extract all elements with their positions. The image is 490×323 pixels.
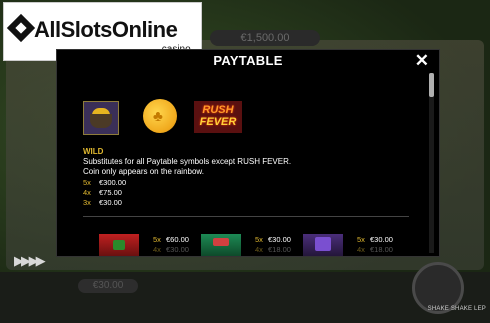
balance-display: €1,500.00	[210, 30, 320, 46]
clover-icon: ♣	[153, 108, 163, 125]
pay-row: 4x €30.00	[153, 245, 189, 254]
scrollbar-thumb[interactable]	[429, 73, 434, 97]
symbol-pays: 5x €30.00 4x €18.00	[357, 235, 393, 255]
fast-forward-icon[interactable]: ▶▶ ▶▶	[14, 253, 46, 269]
red-hat-symbol	[99, 234, 139, 256]
diamond-icon	[6, 13, 36, 43]
dialog-title: PAYTABLE	[213, 53, 283, 68]
pay-row: 5x €60.00	[153, 235, 189, 244]
wild-pays: 5x €300.00 4x €75.00 3x €30.00	[83, 178, 126, 208]
paytable-dialog: PAYTABLE ✕ ♣ RUSH FEVER WILD Substitutes…	[56, 49, 440, 257]
wild-title: WILD	[83, 147, 104, 156]
wild-desc-line: Coin only appears on the rainbow.	[83, 167, 204, 176]
bet-display: €30.00	[78, 279, 138, 293]
green-hat-symbol	[201, 234, 241, 256]
symbol-pay-row: 5x €60.00 4x €30.00 5x €30.00 4x €18.00 5x €3…	[57, 234, 427, 256]
pay-row: 5x €300.00	[83, 178, 127, 187]
close-icon[interactable]: ✕	[415, 51, 429, 71]
rush-text: RUSH	[202, 104, 234, 116]
pot-of-gold-symbol	[83, 101, 119, 135]
divider	[83, 216, 409, 217]
scrollbar[interactable]	[429, 73, 434, 253]
purple-hat-symbol	[303, 234, 343, 256]
pay-row: 4x €18.00	[255, 245, 291, 254]
wild-desc-line: Substitutes for all Paytable symbols exc…	[83, 157, 292, 166]
logo-name: AllSlotsOnline	[34, 17, 178, 42]
pay-row: 4x €18.00	[357, 245, 393, 254]
rush-fever-symbol: RUSH FEVER	[194, 101, 242, 133]
pay-row: 3x €30.00	[83, 198, 122, 207]
fever-text: FEVER	[199, 116, 237, 128]
symbol-pays: 5x €60.00 4x €30.00	[153, 235, 189, 255]
pay-row: 4x €75.00	[83, 188, 122, 197]
pay-row: 5x €30.00	[357, 235, 393, 244]
gold-coin-symbol: ♣	[143, 99, 177, 133]
symbol-pays: 5x €30.00 4x €18.00	[255, 235, 291, 255]
pay-row: 5x €30.00	[255, 235, 291, 244]
game-title: SHAKE SHAKE LEP	[427, 306, 486, 312]
wild-description: Substitutes for all Paytable symbols exc…	[83, 157, 383, 177]
